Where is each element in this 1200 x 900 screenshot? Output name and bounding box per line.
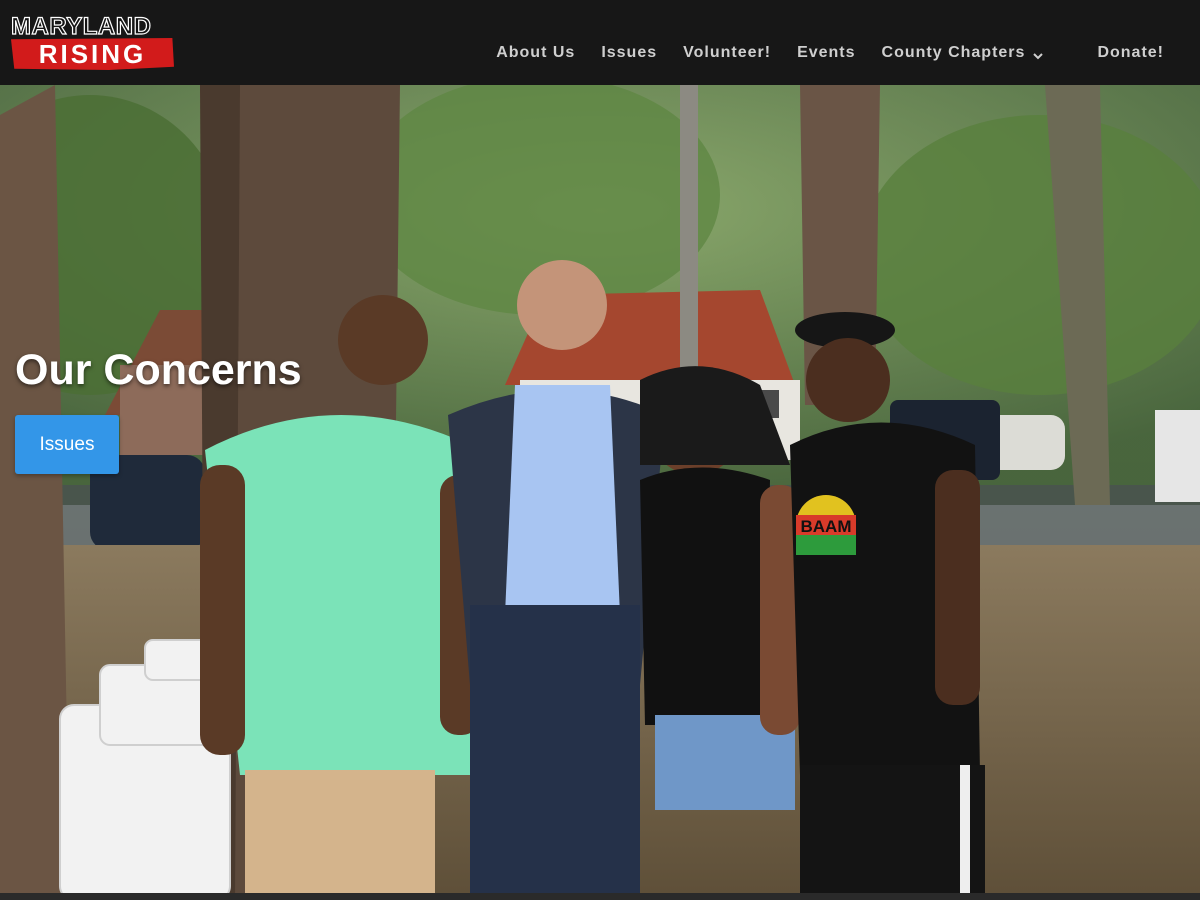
nav-issues[interactable]: Issues: [601, 44, 657, 62]
chevron-down-icon: [1033, 48, 1044, 60]
nav-events[interactable]: Events: [797, 44, 855, 62]
logo-line-1: Maryland: [10, 13, 152, 40]
nav-county-chapters-label: County Chapters: [881, 44, 1026, 61]
nav-volunteer-label: Volunteer!: [683, 44, 772, 61]
baam-text: BAAM: [801, 517, 852, 536]
hero-background-photo: BAAM: [0, 85, 1200, 900]
logo-line-2: Rising: [38, 39, 147, 69]
nav-donate-label: Donate!: [1097, 44, 1164, 61]
site-header: Maryland Rising About Us Issues Voluntee…: [0, 0, 1200, 85]
nav-issues-label: Issues: [601, 44, 658, 61]
nav-volunteer[interactable]: Volunteer!: [683, 44, 771, 62]
maryland-rising-logo[interactable]: Maryland Rising: [10, 13, 176, 72]
hero-title: Our Concerns: [15, 345, 302, 394]
baam-shirt-logo: BAAM: [796, 495, 856, 555]
hero-issues-button[interactable]: Issues: [15, 415, 119, 474]
main-nav: About Us Issues Volunteer! Events County…: [496, 40, 1164, 66]
nav-about-us-label: About Us: [496, 44, 576, 61]
nav-county-chapters[interactable]: County Chapters: [882, 44, 1044, 62]
nav-about-us[interactable]: About Us: [496, 44, 575, 62]
bottom-edge-strip: [0, 893, 1200, 900]
nav-donate[interactable]: Donate!: [1097, 44, 1164, 62]
hero-section: BAAM Our Concerns Issues: [0, 85, 1200, 900]
nav-events-label: Events: [797, 44, 856, 61]
